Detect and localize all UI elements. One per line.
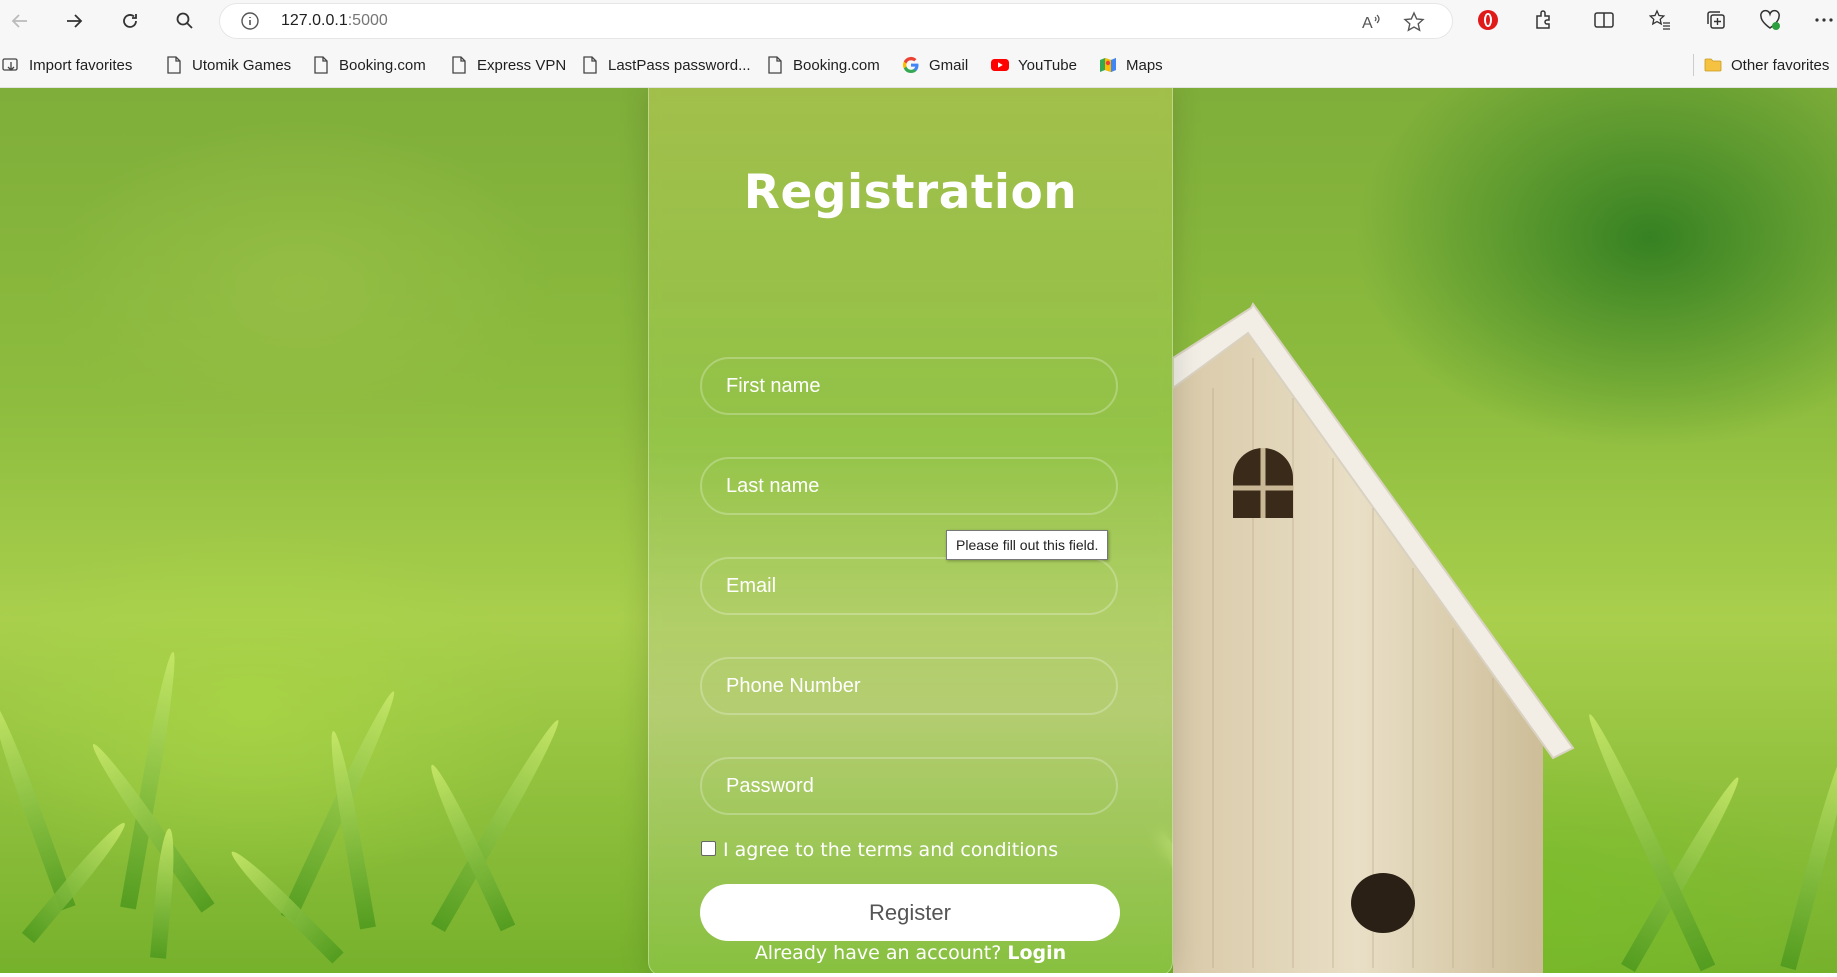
login-link[interactable]: Login bbox=[1007, 942, 1066, 964]
wooden-house-illustration bbox=[1173, 302, 1575, 973]
login-prompt: Already have an account? Login bbox=[754, 942, 1067, 964]
favorite-star-icon[interactable] bbox=[1403, 11, 1425, 33]
validation-tooltip: Please fill out this field. bbox=[946, 530, 1109, 560]
registration-title: Registration bbox=[743, 165, 1078, 220]
favorite-booking-com-2[interactable]: Booking.com bbox=[766, 54, 880, 76]
maps-icon bbox=[1100, 58, 1116, 72]
registration-panel: Registration Please fill out this field.… bbox=[648, 88, 1173, 973]
last-name-input[interactable] bbox=[700, 457, 1118, 515]
favorite-maps[interactable]: Maps bbox=[1099, 54, 1163, 76]
favorite-booking-com[interactable]: Booking.com bbox=[312, 54, 426, 76]
search-icon bbox=[176, 12, 193, 29]
opera-vpn-extension-icon[interactable] bbox=[1476, 8, 1500, 32]
favorites-list-icon[interactable] bbox=[1648, 8, 1672, 32]
other-favorites-folder[interactable]: Other favorites bbox=[1704, 54, 1829, 76]
back-button[interactable] bbox=[2, 3, 38, 39]
more-menu-icon[interactable] bbox=[1812, 8, 1836, 32]
refresh-icon bbox=[123, 14, 137, 28]
phone-number-input[interactable] bbox=[700, 657, 1118, 715]
page-icon bbox=[583, 56, 597, 74]
url-text[interactable]: 127.0.0.1:5000 bbox=[281, 12, 388, 30]
register-button[interactable]: Register bbox=[700, 884, 1120, 941]
google-icon bbox=[902, 56, 919, 73]
favorite-youtube[interactable]: YouTube bbox=[991, 54, 1077, 76]
page-icon bbox=[167, 56, 181, 74]
favorite-lastpass[interactable]: LastPass password... bbox=[581, 54, 751, 76]
page-icon bbox=[452, 56, 466, 74]
browser-toolbar: 127.0.0.1:5000 A bbox=[0, 0, 1837, 42]
first-name-input[interactable] bbox=[700, 357, 1118, 415]
address-bar[interactable]: 127.0.0.1:5000 A bbox=[220, 4, 1452, 38]
forward-button[interactable] bbox=[56, 3, 92, 39]
back-arrow-icon bbox=[11, 14, 27, 28]
extensions-icon[interactable] bbox=[1532, 8, 1556, 32]
favorites-separator bbox=[1693, 54, 1694, 76]
favorite-import-favorites[interactable]: Import favorites bbox=[2, 54, 132, 76]
read-aloud-icon[interactable]: A bbox=[1360, 11, 1382, 33]
split-screen-icon[interactable] bbox=[1592, 8, 1616, 32]
page-icon bbox=[768, 56, 782, 74]
browser-essentials-icon[interactable] bbox=[1758, 8, 1782, 32]
password-input[interactable] bbox=[700, 757, 1118, 815]
youtube-icon bbox=[991, 59, 1009, 71]
site-info-icon[interactable] bbox=[240, 11, 260, 31]
forward-arrow-icon bbox=[67, 14, 83, 28]
page-viewport: Registration Please fill out this field.… bbox=[0, 88, 1837, 973]
folder-icon bbox=[1704, 58, 1722, 72]
search-button[interactable] bbox=[167, 3, 203, 39]
favorite-express-vpn[interactable]: Express VPN bbox=[450, 54, 566, 76]
email-input[interactable] bbox=[700, 557, 1118, 615]
refresh-button[interactable] bbox=[112, 3, 148, 39]
terms-label: I agree to the terms and conditions bbox=[723, 839, 1059, 861]
import-icon bbox=[2, 58, 18, 71]
favorites-bar: Import favorites Utomik Games Booking.co… bbox=[0, 42, 1837, 88]
svg-text:A: A bbox=[1362, 15, 1373, 32]
page-icon bbox=[314, 56, 328, 74]
terms-row[interactable]: I agree to the terms and conditions bbox=[701, 839, 1058, 861]
terms-checkbox[interactable] bbox=[701, 840, 716, 856]
favorite-gmail[interactable]: Gmail bbox=[902, 54, 968, 76]
favorite-utomik-games[interactable]: Utomik Games bbox=[165, 54, 291, 76]
collections-icon[interactable] bbox=[1704, 8, 1728, 32]
